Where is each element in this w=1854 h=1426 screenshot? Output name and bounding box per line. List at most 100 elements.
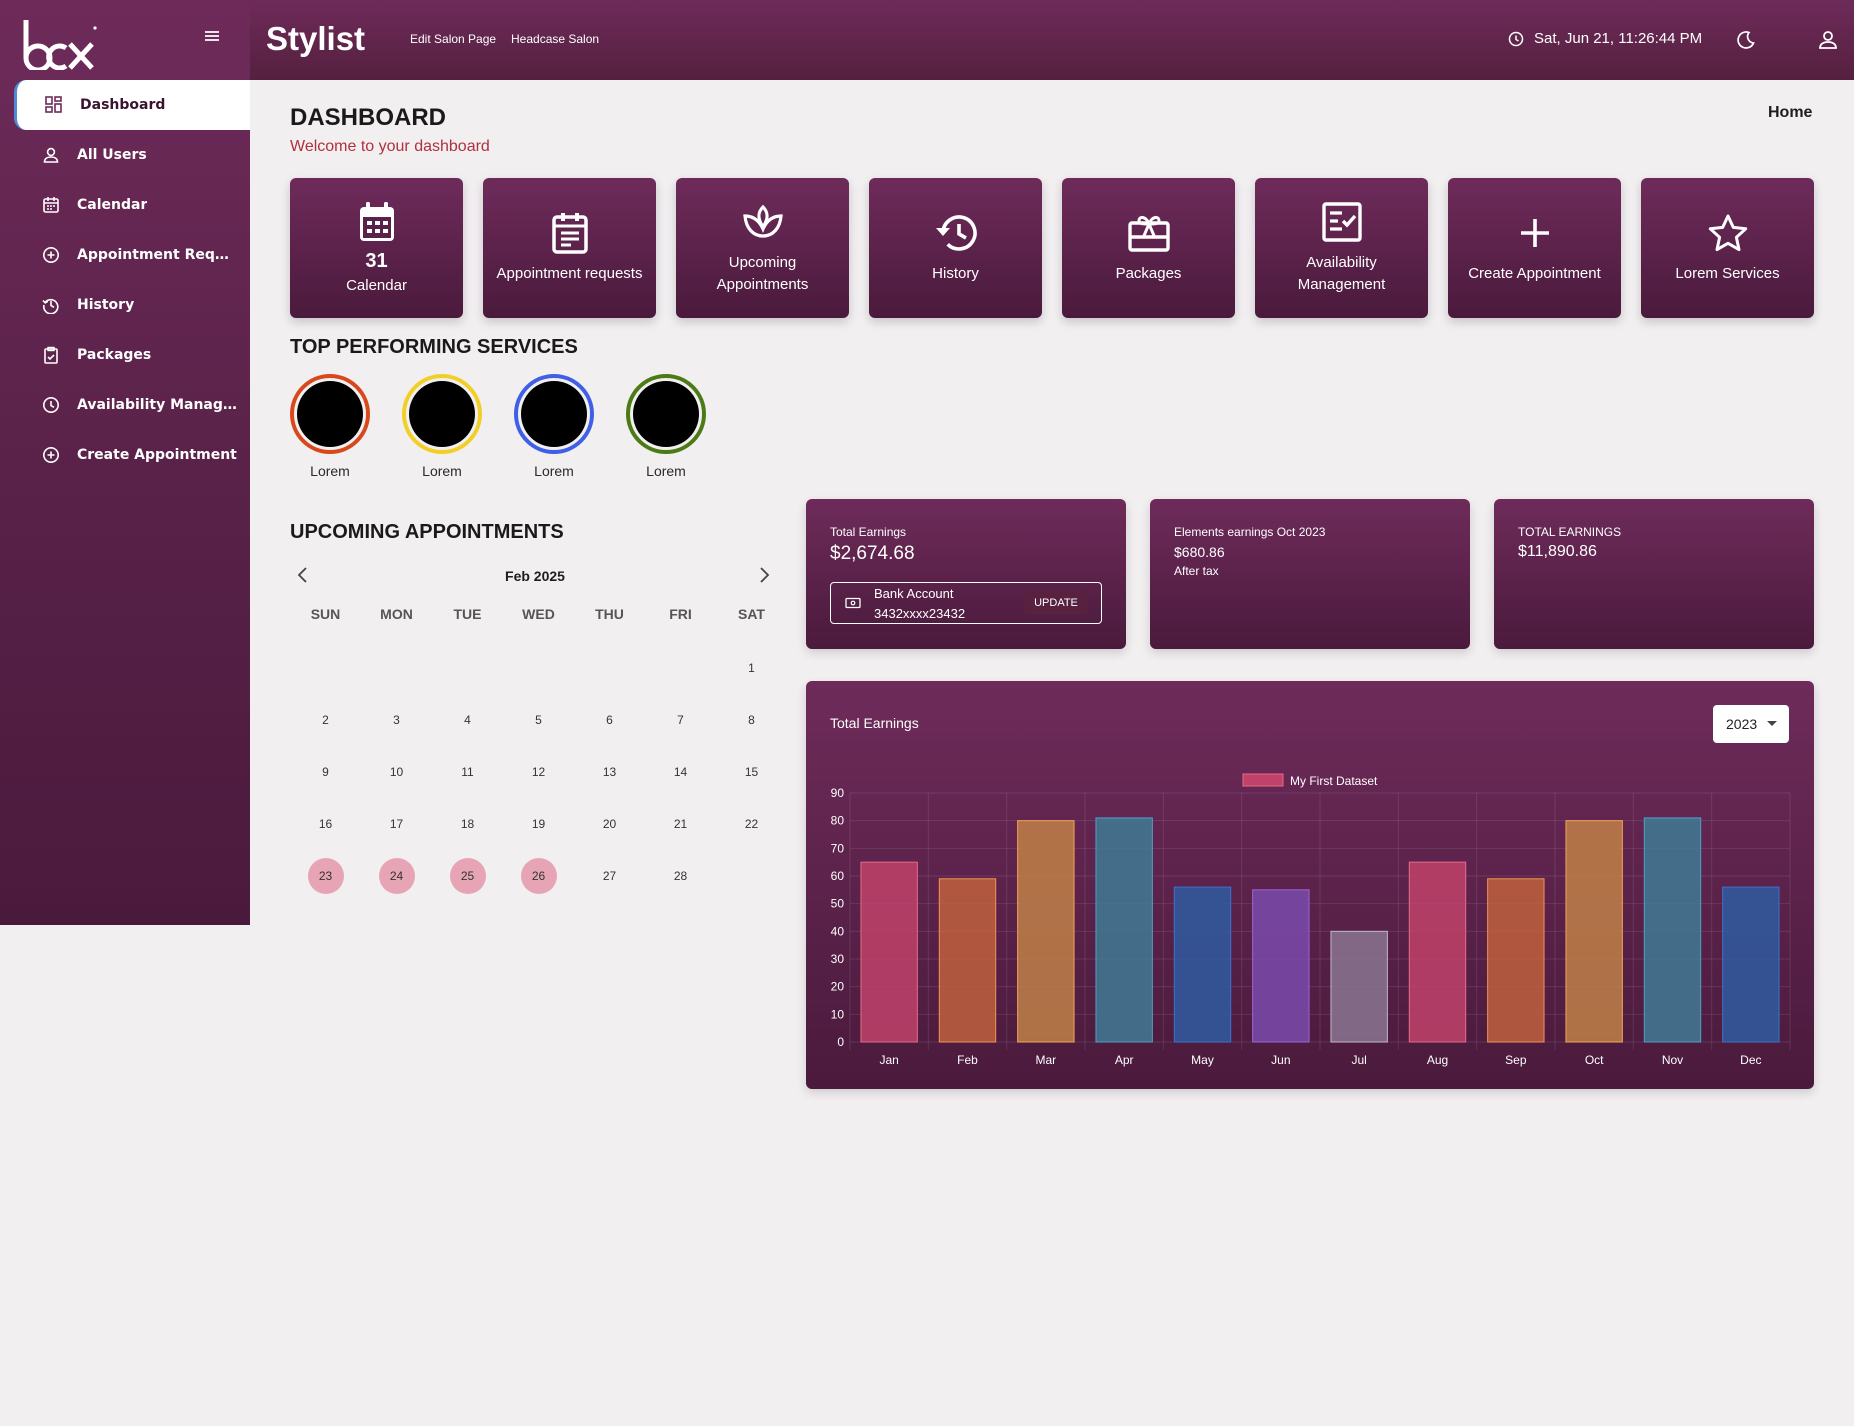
edit-salon-page-link[interactable]: Edit Salon Page bbox=[410, 32, 496, 46]
card-label: TOTAL EARNINGS bbox=[1518, 525, 1622, 539]
sidebar: Dashboard All Users Calendar Appointment… bbox=[0, 0, 250, 925]
tile-appointment-requests[interactable]: Appointment requests bbox=[483, 178, 656, 318]
calendar-day-number: 13 bbox=[602, 765, 617, 779]
y-tick-label: 10 bbox=[831, 1007, 845, 1021]
tile-history[interactable]: History bbox=[869, 178, 1042, 318]
earnings-bar-chart: 0 10 20 30 40 50 60 70 80 90 Jan Feb Mar Apr May Jun Jul… bbox=[831, 773, 1791, 1067]
tile-create-appointment[interactable]: Create Appointment bbox=[1448, 178, 1621, 318]
calendar-icon bbox=[40, 194, 62, 216]
calendar-day[interactable]: 3 bbox=[361, 694, 432, 746]
headcase-salon-link[interactable]: Headcase Salon bbox=[511, 32, 599, 46]
clock-icon bbox=[40, 394, 62, 416]
calendar-month: Feb 2025 bbox=[505, 568, 565, 584]
total-earnings-chart-card: Total Earnings 2023 0 10 20 30 40 50 60 70 80 90 J… bbox=[806, 681, 1814, 1089]
x-tick-label: Mar bbox=[1035, 1053, 1056, 1067]
gift-card-icon bbox=[1127, 211, 1171, 255]
calendar-day[interactable]: 12 bbox=[503, 746, 574, 798]
chart-bar bbox=[938, 878, 997, 1043]
calendar-day[interactable]: 1 bbox=[716, 642, 787, 694]
calendar-day-number: 20 bbox=[602, 817, 617, 831]
sidebar-nav: Dashboard All Users Calendar Appointment… bbox=[0, 80, 250, 480]
x-tick-label: Jan bbox=[879, 1053, 898, 1067]
tile-label: Appointment requests bbox=[496, 265, 643, 282]
sidebar-item-history[interactable]: History bbox=[0, 280, 250, 330]
bank-account-box: Bank Account 3432xxxx23432 UPDATE bbox=[830, 582, 1102, 624]
tile-lorem-services[interactable]: Lorem Services bbox=[1641, 178, 1814, 318]
calendar-day-number: 6 bbox=[606, 713, 613, 727]
chevron-right-icon[interactable] bbox=[753, 564, 775, 586]
sidebar-item-dashboard[interactable]: Dashboard bbox=[14, 80, 250, 130]
calendar-day-number: 15 bbox=[744, 765, 759, 779]
update-bank-button[interactable]: UPDATE bbox=[1024, 591, 1088, 615]
calendar-day[interactable]: 20 bbox=[574, 798, 645, 850]
tile-label: Availability Management bbox=[1297, 254, 1386, 293]
service-label: Lorem bbox=[310, 463, 350, 479]
calendar-day[interactable]: 16 bbox=[290, 798, 361, 850]
weekday-header: THU bbox=[595, 606, 624, 622]
service-item[interactable]: Lorem bbox=[626, 374, 706, 479]
calendar-empty-cell bbox=[290, 642, 361, 694]
calendar-day[interactable]: 28 bbox=[645, 850, 716, 902]
app-title: Stylist bbox=[266, 20, 366, 57]
calendar-day-appointment[interactable]: 23 bbox=[290, 850, 361, 902]
calendar-day[interactable]: 7 bbox=[645, 694, 716, 746]
calendar-day[interactable]: 10 bbox=[361, 746, 432, 798]
sidebar-item-create-appointment[interactable]: Create Appointment bbox=[0, 430, 250, 480]
sidebar-item-appointment-requests[interactable]: Appointment Reque... bbox=[0, 230, 250, 280]
dark-mode-moon-icon[interactable] bbox=[1734, 28, 1758, 52]
calendar-day-number: 7 bbox=[677, 713, 684, 727]
tile-calendar[interactable]: 31 Calendar bbox=[290, 178, 463, 318]
x-tick-label: Dec bbox=[1740, 1053, 1761, 1067]
sidebar-item-availability-management[interactable]: Availability Manag... bbox=[0, 380, 250, 430]
calendar-day-number: 26 bbox=[520, 858, 557, 894]
calendar-day-number: 12 bbox=[531, 765, 546, 779]
calendar-day-number: 5 bbox=[535, 713, 542, 727]
sidebar-item-all-users[interactable]: All Users bbox=[0, 130, 250, 180]
calendar-day[interactable]: 6 bbox=[574, 694, 645, 746]
clock-icon bbox=[1508, 31, 1524, 46]
plus-circle-icon bbox=[40, 444, 62, 466]
calendar-day[interactable]: 8 bbox=[716, 694, 787, 746]
user-account-icon[interactable] bbox=[1816, 28, 1840, 52]
calendar-day[interactable]: 9 bbox=[290, 746, 361, 798]
calendar-day[interactable]: 5 bbox=[503, 694, 574, 746]
breadcrumb-home[interactable]: Home bbox=[1768, 104, 1812, 122]
tile-label: Calendar bbox=[346, 276, 407, 294]
sidebar-item-label: Dashboard bbox=[80, 97, 166, 113]
service-label: Lorem bbox=[422, 463, 462, 479]
calendar-day[interactable]: 19 bbox=[503, 798, 574, 850]
card-value: $11,890.86 bbox=[1518, 543, 1597, 560]
calendar-day[interactable]: 13 bbox=[574, 746, 645, 798]
x-tick-label: Apr bbox=[1115, 1053, 1134, 1067]
calendar-day[interactable]: 27 bbox=[574, 850, 645, 902]
service-avatar bbox=[290, 374, 370, 454]
sidebar-item-calendar[interactable]: Calendar bbox=[0, 180, 250, 230]
menu-toggle-icon[interactable] bbox=[200, 24, 224, 48]
tile-availability-management[interactable]: Availability Management bbox=[1255, 178, 1428, 318]
calendar-icon bbox=[355, 200, 399, 244]
service-item[interactable]: Lorem bbox=[290, 374, 370, 479]
tile-upcoming-appointments[interactable]: Upcoming Appointments bbox=[676, 178, 849, 318]
calendar-day[interactable]: 15 bbox=[716, 746, 787, 798]
calendar-day[interactable]: 2 bbox=[290, 694, 361, 746]
y-tick-label: 30 bbox=[831, 952, 845, 966]
service-item[interactable]: Lorem bbox=[514, 374, 594, 479]
top-services-list: Lorem Lorem Lorem Lorem bbox=[290, 374, 706, 479]
calendar-day-appointment[interactable]: 24 bbox=[361, 850, 432, 902]
sidebar-item-label: Availability Manag... bbox=[77, 397, 237, 413]
x-tick-label: Aug bbox=[1427, 1053, 1448, 1067]
sidebar-item-packages[interactable]: Packages bbox=[0, 330, 250, 380]
calendar-day-appointment[interactable]: 25 bbox=[432, 850, 503, 902]
calendar-day[interactable]: 14 bbox=[645, 746, 716, 798]
tile-packages[interactable]: Packages bbox=[1062, 178, 1235, 318]
calendar-day[interactable]: 21 bbox=[645, 798, 716, 850]
calendar-day[interactable]: 11 bbox=[432, 746, 503, 798]
calendar-day[interactable]: 4 bbox=[432, 694, 503, 746]
calendar-day[interactable]: 17 bbox=[361, 798, 432, 850]
y-tick-label: 0 bbox=[837, 1035, 844, 1049]
calendar-day-appointment[interactable]: 26 bbox=[503, 850, 574, 902]
calendar-day-number: 4 bbox=[464, 713, 471, 727]
calendar-day[interactable]: 22 bbox=[716, 798, 787, 850]
calendar-day[interactable]: 18 bbox=[432, 798, 503, 850]
service-item[interactable]: Lorem bbox=[402, 374, 482, 479]
